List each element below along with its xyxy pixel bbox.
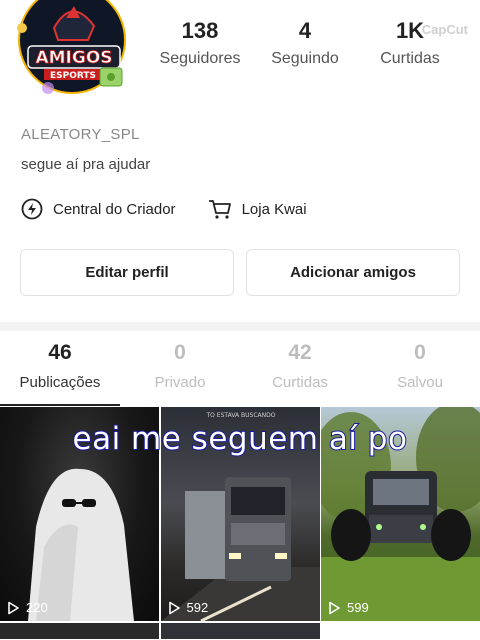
view-count-value: 592 [186, 600, 209, 615]
tab-private[interactable]: 0 Privado [120, 340, 240, 406]
edit-profile-button[interactable]: Editar perfil [20, 249, 234, 296]
stat-label: Seguidores [159, 50, 241, 67]
tab-count: 42 [288, 341, 312, 364]
stat-value: 4 [298, 18, 312, 43]
lightning-icon [21, 198, 43, 220]
creator-center-label: Central do Criador [53, 200, 176, 218]
play-icon [8, 601, 19, 614]
play-icon [168, 601, 180, 614]
tab-label: Curtidas [272, 374, 328, 391]
action-buttons: Editar perfil Adicionar amigos [20, 249, 460, 296]
overlay-caption: eai me seguem aí po [72, 420, 408, 458]
tab-liked[interactable]: 42 Curtidas [240, 340, 360, 406]
tab-label: Salvou [397, 374, 443, 391]
kwai-shop-label: Loja Kwai [241, 200, 307, 218]
view-count: 220 [6, 600, 48, 615]
section-divider [0, 322, 480, 331]
avatar-logo-text: AMIGOS [35, 48, 112, 68]
kwai-shop-link[interactable]: Loja Kwai [208, 198, 307, 220]
add-friends-button[interactable]: Adicionar amigos [246, 249, 460, 296]
svg-text:ESPORTS: ESPORTS [50, 71, 96, 81]
tab-label: Publicações [19, 374, 101, 391]
view-count: 599 [327, 600, 369, 615]
stat-value: 138 [181, 18, 219, 43]
tab-label: Privado [154, 374, 206, 391]
view-count-value: 220 [26, 600, 48, 615]
capcut-watermark: CapCut [421, 22, 468, 37]
view-count: 592 [167, 600, 209, 615]
stat-label: Curtidas [380, 50, 440, 67]
stat-label: Seguindo [271, 50, 339, 67]
video-thumbnail[interactable] [0, 623, 159, 639]
profile-header: AMIGOS ESPORTS 138 Seguidores 4 Seguindo… [0, 0, 480, 110]
video-caption: TO ESTAVA BUSCANDO [205, 412, 275, 419]
video-thumbnail[interactable] [160, 623, 320, 639]
tab-count: 0 [174, 341, 186, 364]
creator-center-link[interactable]: Central do Criador [21, 198, 176, 220]
stat-followers[interactable]: 138 Seguidores [150, 16, 250, 68]
tab-count: 46 [48, 341, 72, 364]
stat-following[interactable]: 4 Seguindo [255, 16, 355, 68]
avatar[interactable]: AMIGOS ESPORTS [14, 0, 132, 98]
profile-links: Central do Criador Loja Kwai [21, 198, 339, 220]
tab-count: 0 [414, 341, 426, 364]
cart-icon [208, 200, 231, 219]
tab-saved[interactable]: 0 Salvou [360, 340, 480, 406]
view-count-value: 599 [347, 600, 369, 615]
username: ALEATORY_SPL [21, 126, 140, 143]
play-icon [329, 601, 340, 614]
tab-publications[interactable]: 46 Publicações [0, 340, 120, 406]
content-tabs: 46 Publicações 0 Privado 42 Curtidas 0 S… [0, 340, 480, 406]
bio: segue aí pra ajudar [21, 156, 151, 173]
